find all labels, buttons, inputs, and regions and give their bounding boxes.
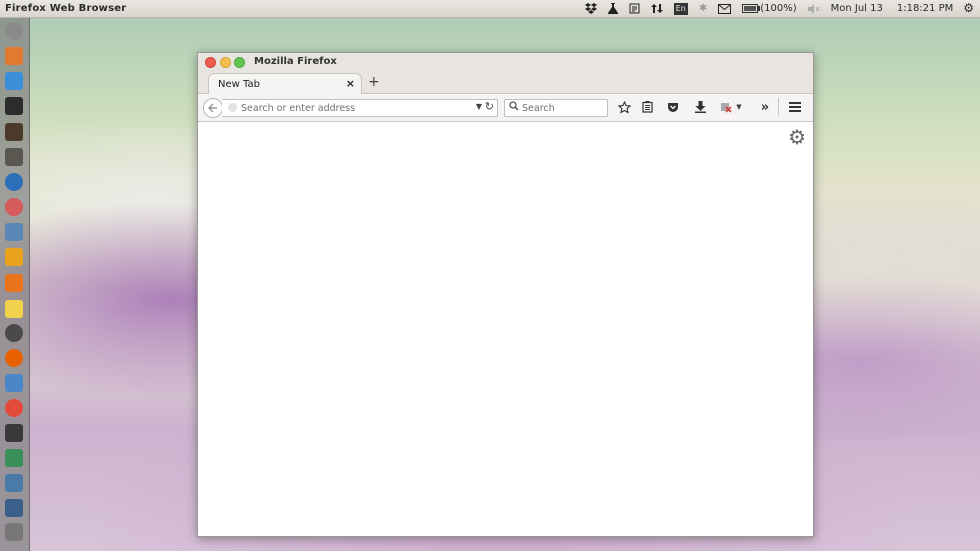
software-center-icon[interactable] bbox=[5, 324, 23, 342]
dropbox-icon[interactable] bbox=[584, 0, 597, 17]
reload-icon[interactable]: ↻ bbox=[485, 100, 494, 113]
close-window-button[interactable] bbox=[205, 57, 216, 68]
downloads-icon[interactable] bbox=[691, 99, 709, 115]
files-icon[interactable] bbox=[5, 47, 23, 65]
toolbar-divider bbox=[778, 98, 779, 116]
time-label[interactable]: 1:18:21 PM bbox=[897, 0, 953, 17]
tab-new-tab[interactable]: New Tab × bbox=[208, 73, 362, 95]
search-input[interactable] bbox=[522, 100, 604, 116]
url-history-dropdown-icon[interactable]: ▼ bbox=[476, 102, 482, 111]
window-titlebar[interactable]: Mozilla Firefox bbox=[198, 53, 813, 71]
notes-icon[interactable] bbox=[5, 300, 23, 318]
addon-toolbar-icon[interactable]: ▼ bbox=[718, 99, 744, 115]
folder-icon[interactable] bbox=[5, 72, 23, 90]
battery-percentage: (100%) bbox=[760, 3, 797, 14]
tab-strip: New Tab × + bbox=[198, 71, 813, 95]
mail-icon[interactable] bbox=[718, 0, 732, 17]
globe-app-icon[interactable] bbox=[5, 173, 23, 191]
new-tab-button[interactable]: + bbox=[368, 74, 380, 90]
terminal-icon[interactable] bbox=[5, 97, 23, 115]
new-tab-settings-gear-icon[interactable]: ⚙ bbox=[788, 127, 806, 147]
addon-dropdown-icon[interactable]: ▼ bbox=[736, 103, 741, 111]
ubuntu-software-icon[interactable] bbox=[5, 274, 23, 292]
star-app-icon[interactable] bbox=[5, 123, 23, 141]
maximize-window-button[interactable] bbox=[234, 57, 245, 68]
site-identity-icon[interactable] bbox=[228, 103, 237, 112]
notes-tray-icon[interactable] bbox=[629, 0, 640, 17]
dash-home-icon[interactable] bbox=[5, 22, 23, 40]
keyboard-layout-indicator[interactable]: En bbox=[673, 2, 688, 15]
close-tab-icon[interactable]: × bbox=[346, 77, 355, 90]
date-label[interactable]: Mon Jul 13 bbox=[831, 0, 883, 17]
url-bar[interactable]: ▼ ↻ bbox=[222, 99, 498, 117]
window-title: Mozilla Firefox bbox=[254, 56, 337, 67]
hamburger-menu-icon[interactable] bbox=[786, 99, 804, 115]
search-bar[interactable] bbox=[504, 99, 608, 117]
android-icon[interactable] bbox=[5, 374, 23, 392]
bluetooth-icon[interactable]: ✱ bbox=[699, 0, 707, 17]
top-panel: Firefox Web Browser En ✱ (100%) Mon Jul … bbox=[0, 0, 980, 18]
pencil-app-icon[interactable] bbox=[5, 248, 23, 266]
page-content: ⚙ bbox=[198, 122, 813, 536]
checkmark-app-icon[interactable] bbox=[5, 449, 23, 467]
battery-icon bbox=[742, 4, 761, 13]
volume-muted-icon[interactable] bbox=[807, 0, 820, 17]
search-icon bbox=[509, 101, 519, 114]
launcher bbox=[0, 18, 30, 551]
network-updown-icon[interactable] bbox=[650, 0, 663, 17]
eye-watch-icon[interactable] bbox=[5, 424, 23, 442]
search-app-icon[interactable] bbox=[5, 223, 23, 241]
overflow-chevron-icon[interactable]: » bbox=[756, 99, 774, 115]
battery-indicator[interactable]: (100%) bbox=[742, 0, 797, 17]
back-arrow-icon bbox=[208, 103, 217, 113]
printer-icon[interactable] bbox=[5, 499, 23, 517]
firefox-icon[interactable] bbox=[5, 349, 23, 367]
minimize-window-button[interactable] bbox=[220, 57, 231, 68]
pocket-icon[interactable] bbox=[664, 99, 682, 115]
system-tray: En ✱ (100%) Mon Jul 13 1:18:21 PM ⚙ bbox=[574, 0, 974, 17]
trash-icon[interactable] bbox=[5, 523, 23, 541]
active-app-title: Firefox Web Browser bbox=[5, 3, 127, 14]
flask-icon[interactable] bbox=[607, 0, 618, 17]
settings-gear-icon[interactable]: ⚙ bbox=[963, 0, 974, 17]
tab-label: New Tab bbox=[218, 79, 260, 90]
firefox-window: Mozilla Firefox New Tab × + ▼ ↻ bbox=[197, 52, 814, 537]
sublime-text-icon[interactable] bbox=[5, 148, 23, 166]
back-button[interactable] bbox=[203, 98, 223, 118]
navigation-toolbar: ▼ ↻ ▼ » bbox=[198, 94, 813, 122]
url-input[interactable] bbox=[241, 100, 461, 116]
bookmark-star-icon[interactable] bbox=[615, 99, 633, 115]
red-circle-app-icon[interactable] bbox=[5, 399, 23, 417]
bookmarks-menu-icon[interactable] bbox=[638, 99, 656, 115]
server-icon[interactable] bbox=[5, 474, 23, 492]
eye-app-icon[interactable] bbox=[5, 198, 23, 216]
